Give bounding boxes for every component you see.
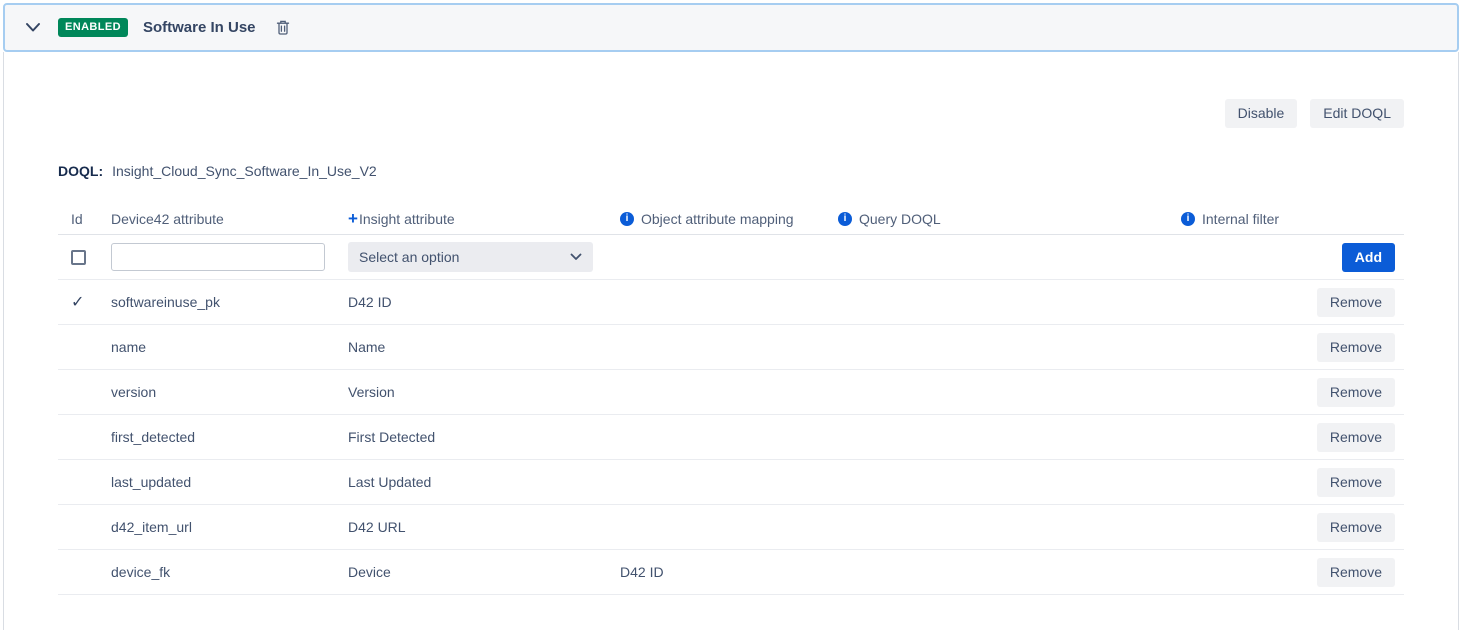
insight-attribute-cell: D42 ID (348, 294, 620, 310)
table-row: ✓ d42_item_url D42 URL Remove (58, 505, 1404, 550)
remove-button[interactable]: Remove (1317, 333, 1395, 362)
device42-attribute-cell: last_updated (111, 474, 348, 490)
insight-attribute-select[interactable]: Select an option (348, 242, 593, 272)
disable-button[interactable]: Disable (1225, 99, 1298, 128)
remove-button[interactable]: Remove (1317, 288, 1395, 317)
device42-attribute-cell: name (111, 339, 348, 355)
device42-attribute-cell: softwareinuse_pk (111, 294, 348, 310)
accordion-header[interactable]: ENABLED Software In Use (3, 3, 1459, 52)
remove-button[interactable]: Remove (1317, 468, 1395, 497)
insight-attribute-cell: Version (348, 384, 620, 400)
col-query-doql: i Query DOQL (838, 211, 1181, 227)
col-device42-attribute: Device42 attribute (111, 211, 348, 227)
table-row: ✓ name Name Remove (58, 325, 1404, 370)
device42-attribute-cell: device_fk (111, 564, 348, 580)
col-internal-filter-label: Internal filter (1202, 211, 1279, 227)
insight-attribute-cell: D42 URL (348, 519, 620, 535)
col-object-attribute-mapping: i Object attribute mapping (620, 211, 838, 227)
chevron-down-icon[interactable] (23, 20, 43, 35)
table-header-row: Id Device42 attribute + Insight attribut… (58, 203, 1404, 235)
edit-doql-button[interactable]: Edit DOQL (1310, 99, 1404, 128)
insight-attribute-cell: Name (348, 339, 620, 355)
device42-attribute-cell: first_detected (111, 429, 348, 445)
device42-attribute-cell: d42_item_url (111, 519, 348, 535)
trash-icon[interactable] (273, 17, 293, 38)
chevron-down-icon (570, 253, 582, 261)
table-row: ✓ device_fk Device D42 ID Remove (58, 550, 1404, 595)
device42-attribute-cell: version (111, 384, 348, 400)
col-insight-attribute-label: Insight attribute (359, 211, 455, 227)
col-object-attribute-mapping-label: Object attribute mapping (641, 211, 794, 227)
remove-button[interactable]: Remove (1317, 558, 1395, 587)
plus-icon: + (348, 212, 358, 226)
panel-title: Software In Use (143, 19, 256, 36)
table-row: ✓ softwareinuse_pk D42 ID Remove (58, 280, 1404, 325)
check-icon: ✓ (71, 294, 84, 311)
add-attribute-row: Select an option Add (58, 235, 1404, 280)
panel-body: Disable Edit DOQL DOQL: Insight_Cloud_Syn… (3, 52, 1459, 630)
doql-value: Insight_Cloud_Sync_Software_In_Use_V2 (112, 163, 377, 179)
table-row: ✓ first_detected First Detected Remove (58, 415, 1404, 460)
table-row: ✓ version Version Remove (58, 370, 1404, 415)
id-checkbox[interactable] (71, 250, 86, 265)
remove-button[interactable]: Remove (1317, 513, 1395, 542)
insight-attribute-cell: Device (348, 564, 620, 580)
col-id: Id (58, 211, 111, 227)
object-attribute-mapping-cell: D42 ID (620, 564, 838, 580)
col-insight-attribute: + Insight attribute (348, 211, 620, 227)
col-internal-filter: i Internal filter (1181, 211, 1304, 227)
insight-attribute-cell: Last Updated (348, 474, 620, 490)
info-icon[interactable]: i (838, 212, 852, 226)
info-icon[interactable]: i (620, 212, 634, 226)
remove-button[interactable]: Remove (1317, 423, 1395, 452)
col-query-doql-label: Query DOQL (859, 211, 941, 227)
select-value: Select an option (359, 249, 459, 265)
info-icon[interactable]: i (1181, 212, 1195, 226)
add-button[interactable]: Add (1342, 243, 1395, 272)
sync-config-page: ENABLED Software In Use Disable Edit DOQ… (0, 0, 1462, 633)
attribute-mapping-table: Id Device42 attribute + Insight attribut… (58, 203, 1404, 595)
doql-label: DOQL: (58, 163, 103, 179)
doql-line: DOQL: Insight_Cloud_Sync_Software_In_Use_… (58, 163, 1404, 179)
action-toolbar: Disable Edit DOQL (4, 52, 1458, 128)
status-badge: ENABLED (58, 18, 128, 37)
remove-button[interactable]: Remove (1317, 378, 1395, 407)
device42-attribute-input[interactable] (111, 243, 325, 271)
table-row: ✓ last_updated Last Updated Remove (58, 460, 1404, 505)
insight-attribute-cell: First Detected (348, 429, 620, 445)
